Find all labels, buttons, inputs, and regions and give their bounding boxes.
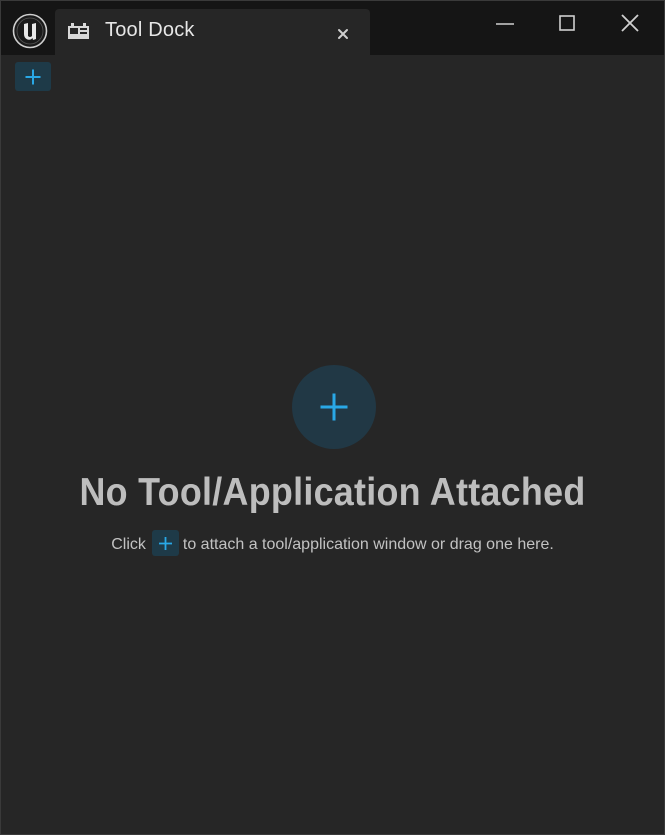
plus-icon (158, 536, 172, 550)
hint-suffix: to attach a tool/application window or d… (182, 536, 554, 553)
tool-dock-icon (67, 22, 91, 47)
empty-state-hint: Click to attach a tool/application window… (1, 529, 664, 559)
unreal-engine-logo-icon[interactable] (12, 13, 48, 54)
inline-attach-tool-button[interactable] (151, 529, 179, 556)
tab-label: Tool Dock (105, 19, 195, 41)
title-bar[interactable]: Tool Dock (1, 1, 664, 55)
close-window-button[interactable] (610, 7, 650, 39)
empty-state-title: No Tool/Application Attached (79, 471, 586, 514)
minimize-button[interactable] (485, 7, 525, 39)
attach-tool-large-button[interactable] (292, 365, 376, 449)
plus-icon (320, 393, 348, 421)
hint-prefix: Click (111, 536, 146, 553)
maximize-button[interactable] (547, 7, 587, 39)
tab-tool-dock[interactable]: Tool Dock (55, 9, 370, 55)
attach-tool-button[interactable] (15, 62, 51, 91)
plus-icon (25, 69, 41, 85)
tool-dock-window: Tool Dock No Tool/Application Attached C… (0, 0, 665, 835)
tab-close-icon[interactable] (332, 23, 354, 45)
